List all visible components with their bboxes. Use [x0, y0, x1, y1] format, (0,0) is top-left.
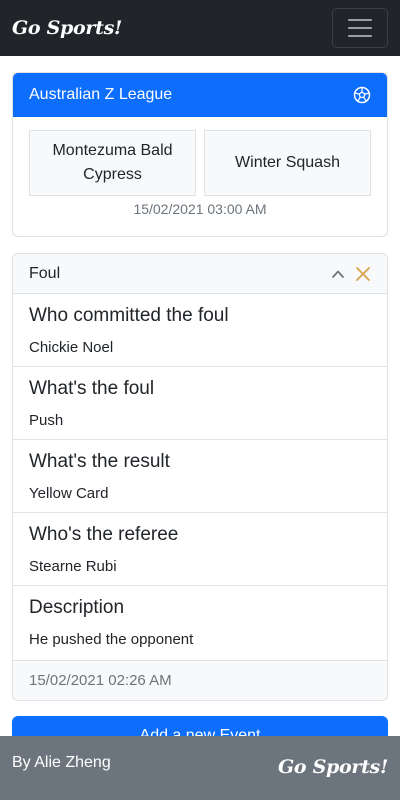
- soccer-ball-icon[interactable]: [353, 86, 371, 104]
- detail-title: Who's the referee: [29, 524, 179, 545]
- menu-toggle-button[interactable]: [332, 8, 388, 48]
- detail-item: What's the foul Push: [13, 367, 387, 440]
- event-type: Foul: [29, 264, 61, 282]
- detail-value: Push: [29, 412, 64, 429]
- close-icon[interactable]: [355, 266, 371, 282]
- detail-title: What's the foul: [29, 378, 155, 399]
- league-header: Australian Z League: [13, 73, 387, 117]
- away-team[interactable]: Winter Squash: [204, 130, 371, 196]
- page-footer: By Alie Zheng Go Sports!: [0, 736, 400, 800]
- detail-title: What's the result: [29, 451, 170, 472]
- detail-title: Who committed the foul: [29, 305, 229, 326]
- detail-item: What's the result Yellow Card: [13, 440, 387, 513]
- hamburger-menu-icon: [348, 19, 372, 21]
- teams-row: Montezuma Bald Cypress Winter Squash: [13, 117, 387, 196]
- event-timestamp: 15/02/2021 02:26 AM: [13, 660, 387, 700]
- match-card: Australian Z League Montezuma Bald Cypre…: [12, 72, 388, 237]
- event-card: Foul Who committed the foul Chickie Noel…: [12, 253, 388, 701]
- detail-item: Who's the referee Stearne Rubi: [13, 513, 387, 586]
- home-team[interactable]: Montezuma Bald Cypress: [29, 130, 196, 196]
- detail-title: Description: [29, 597, 125, 618]
- detail-value: Chickie Noel: [29, 339, 114, 356]
- navbar: Go Sports!: [0, 0, 400, 56]
- detail-item: Who committed the foul Chickie Noel: [13, 294, 387, 367]
- detail-item: Description He pushed the opponent: [13, 586, 387, 659]
- detail-value: He pushed the opponent: [29, 631, 194, 648]
- league-name: Australian Z League: [29, 86, 173, 103]
- chevron-up-icon[interactable]: [331, 267, 345, 281]
- match-datetime: 15/02/2021 03:00 AM: [133, 201, 267, 217]
- event-header-actions: [331, 266, 371, 282]
- event-header: Foul: [13, 254, 387, 294]
- footer-brand-logo: Go Sports!: [277, 756, 388, 778]
- footer-author: By Alie Zheng: [12, 754, 111, 771]
- detail-value: Yellow Card: [29, 485, 109, 502]
- detail-value: Stearne Rubi: [29, 558, 117, 575]
- brand-logo[interactable]: Go Sports!: [12, 17, 122, 39]
